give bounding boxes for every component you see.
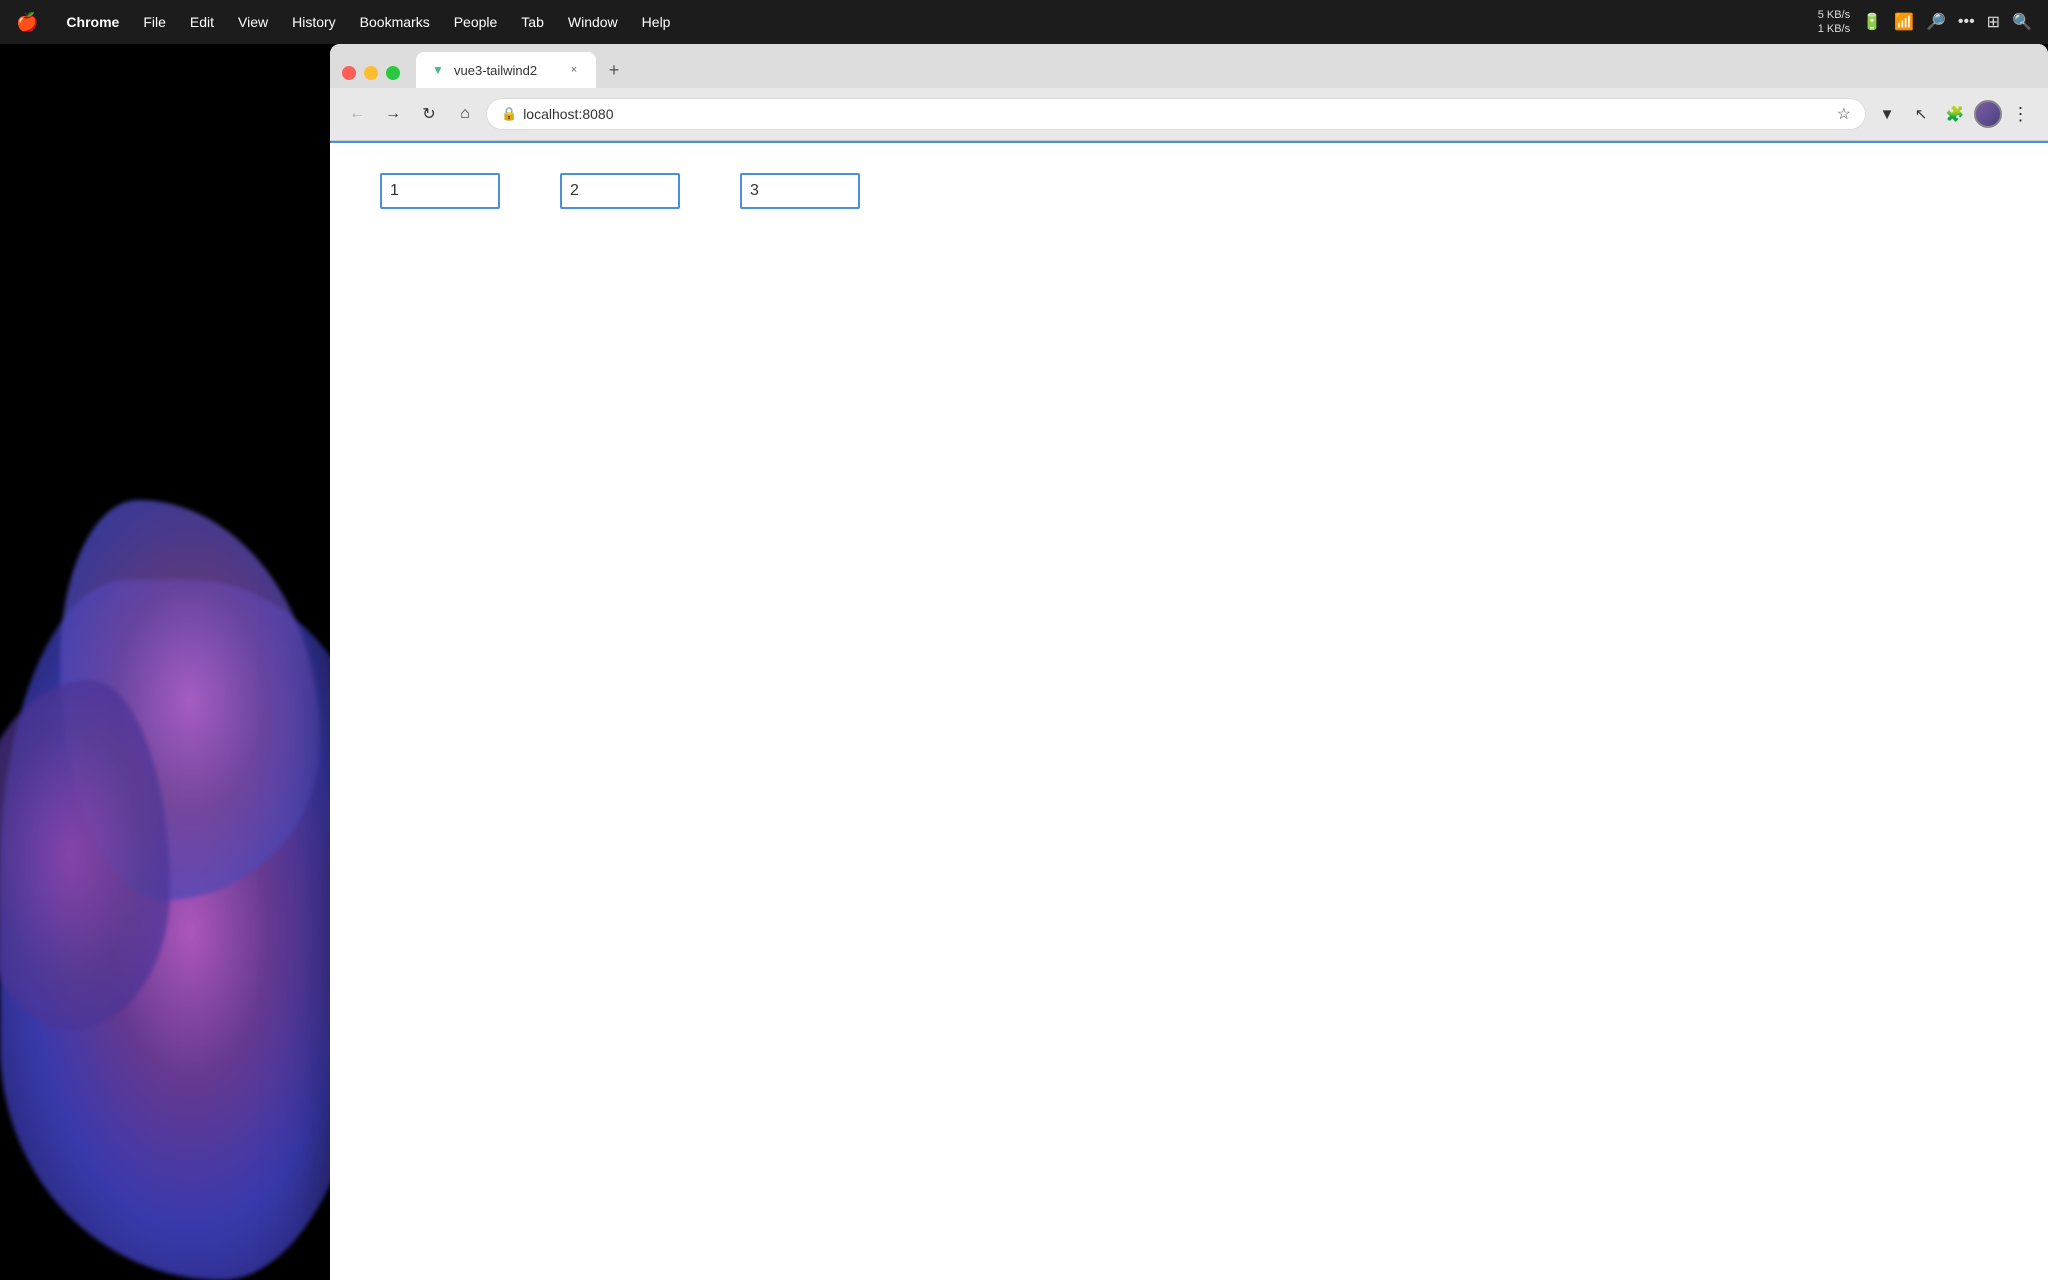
menubar-item-history[interactable]: History — [282, 10, 346, 34]
menubar-right: 5 KB/s 1 KB/s 🔋 📶 🔎 ••• ⊞ 🔍 — [1818, 8, 2032, 37]
browser-chrome: ▼ vue3-tailwind2 × + ← → ↻ ⌂ 🔒 ☆ ▼ ↖ 🧩 ⋮ — [330, 44, 2048, 141]
window-close-button[interactable] — [342, 66, 356, 80]
menubar-items: Chrome File Edit View History Bookmarks … — [56, 10, 1817, 34]
window-minimize-button[interactable] — [364, 66, 378, 80]
webpage-content — [330, 141, 2048, 1280]
network-download: 1 KB/s — [1818, 22, 1850, 36]
network-stats: 5 KB/s 1 KB/s — [1818, 8, 1850, 37]
profile-avatar[interactable] — [1974, 100, 2002, 128]
home-button[interactable]: ⌂ — [450, 99, 480, 129]
security-icon: 🔒 — [501, 106, 517, 122]
back-button[interactable]: ← — [342, 99, 372, 129]
menubar-item-file[interactable]: File — [133, 10, 176, 34]
extensions-icon[interactable]: 🧩 — [1940, 99, 1970, 129]
tab-close-button[interactable]: × — [566, 62, 582, 78]
network-upload: 5 KB/s — [1818, 8, 1850, 22]
cursor-icon[interactable]: ↖ — [1906, 99, 1936, 129]
window-controls — [342, 66, 400, 88]
window-maximize-button[interactable] — [386, 66, 400, 80]
new-tab-button[interactable]: + — [600, 56, 628, 84]
url-bar: 🔒 ☆ — [486, 98, 1866, 130]
browser-window: ▼ vue3-tailwind2 × + ← → ↻ ⌂ 🔒 ☆ ▼ ↖ 🧩 ⋮ — [330, 44, 2048, 1280]
tab-bar: ▼ vue3-tailwind2 × + — [330, 44, 2048, 88]
menubar-item-bookmarks[interactable]: Bookmarks — [350, 10, 440, 34]
menubar-item-window[interactable]: Window — [558, 10, 628, 34]
tab-favicon: ▼ — [430, 62, 446, 78]
browser-tab[interactable]: ▼ vue3-tailwind2 × — [416, 52, 596, 88]
address-bar: ← → ↻ ⌂ 🔒 ☆ ▼ ↖ 🧩 ⋮ — [330, 88, 2048, 140]
menubar-item-help[interactable]: Help — [632, 10, 681, 34]
chrome-menu-button[interactable]: ⋮ — [2006, 99, 2036, 129]
decorative-flower-left — [0, 580, 380, 1280]
menubar-item-people[interactable]: People — [444, 10, 508, 34]
menubar-item-view[interactable]: View — [228, 10, 278, 34]
wifi-icon: 📶 — [1894, 12, 1914, 32]
menubar: 🍎 Chrome File Edit View History Bookmark… — [0, 0, 2048, 44]
url-input[interactable] — [523, 106, 1830, 122]
finder-icon: 🔎 — [1926, 12, 1946, 32]
forward-button[interactable]: → — [378, 99, 408, 129]
number-input-2[interactable] — [560, 173, 680, 209]
menubar-item-edit[interactable]: Edit — [180, 10, 224, 34]
control-center-icon: ⊞ — [1987, 12, 2000, 32]
reload-button[interactable]: ↻ — [414, 99, 444, 129]
toolbar-icons: ▼ ↖ 🧩 ⋮ — [1872, 99, 2036, 129]
spotlight-icon: 🔍 — [2012, 12, 2032, 32]
apple-menu-icon[interactable]: 🍎 — [16, 12, 38, 33]
menubar-item-chrome[interactable]: Chrome — [56, 10, 129, 34]
number-input-3[interactable] — [740, 173, 860, 209]
bookmark-star-icon[interactable]: ☆ — [1837, 104, 1851, 124]
number-input-1[interactable] — [380, 173, 500, 209]
tab-title: vue3-tailwind2 — [454, 63, 558, 78]
vuejs-devtools-icon[interactable]: ▼ — [1872, 99, 1902, 129]
menubar-item-tab[interactable]: Tab — [511, 10, 554, 34]
page-body — [330, 143, 2048, 239]
menu-extras-icon: ••• — [1958, 13, 1975, 31]
battery-icon: 🔋 — [1862, 12, 1882, 32]
